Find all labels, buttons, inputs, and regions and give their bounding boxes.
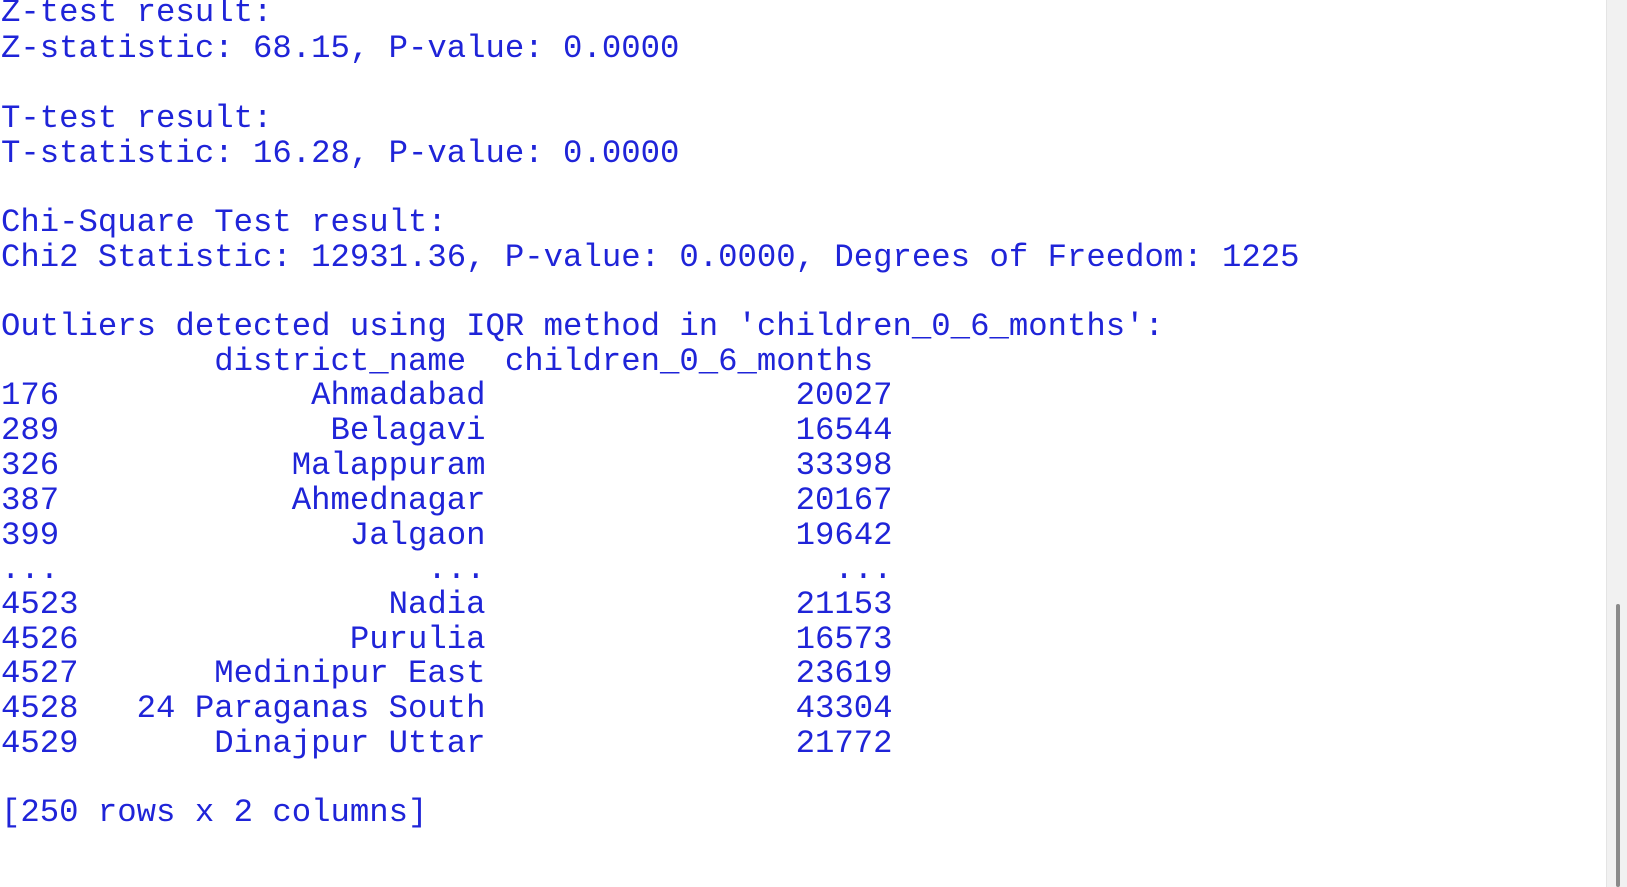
table-row: 399 Jalgaon 19642	[1, 517, 893, 554]
table-row: 326 Malappuram 33398	[1, 447, 893, 484]
table-row: 4528 24 Paraganas South 43304	[1, 690, 893, 727]
table-ellipsis-row: ... ... ...	[1, 551, 893, 588]
z-test-result: Z-statistic: 68.15, P-value: 0.0000	[1, 30, 680, 67]
table-row: 387 Ahmednagar 20167	[1, 482, 893, 519]
table-shape-summary: [250 rows x 2 columns]	[1, 794, 428, 831]
outliers-heading: Outliers detected using IQR method in 'c…	[1, 308, 1164, 345]
chi-square-heading: Chi-Square Test result:	[1, 204, 447, 241]
vertical-scrollbar-thumb[interactable]	[1616, 604, 1620, 887]
t-test-result: T-statistic: 16.28, P-value: 0.0000	[1, 135, 680, 172]
table-header: district_name children_0_6_months	[1, 343, 874, 380]
table-row: 4526 Purulia 16573	[1, 621, 893, 658]
table-row: 4527 Medinipur East 23619	[1, 655, 893, 692]
chi-square-result: Chi2 Statistic: 12931.36, P-value: 0.000…	[1, 239, 1300, 276]
console-output: Z-test result: Z-statistic: 68.15, P-val…	[0, 0, 1606, 887]
t-test-heading: T-test result:	[1, 100, 273, 137]
table-row: 4523 Nadia 21153	[1, 586, 893, 623]
table-row: 4529 Dinajpur Uttar 21772	[1, 725, 893, 762]
table-row: 176 Ahmadabad 20027	[1, 377, 893, 414]
z-test-heading: Z-test result:	[1, 0, 273, 31]
table-row: 289 Belagavi 16544	[1, 412, 893, 449]
